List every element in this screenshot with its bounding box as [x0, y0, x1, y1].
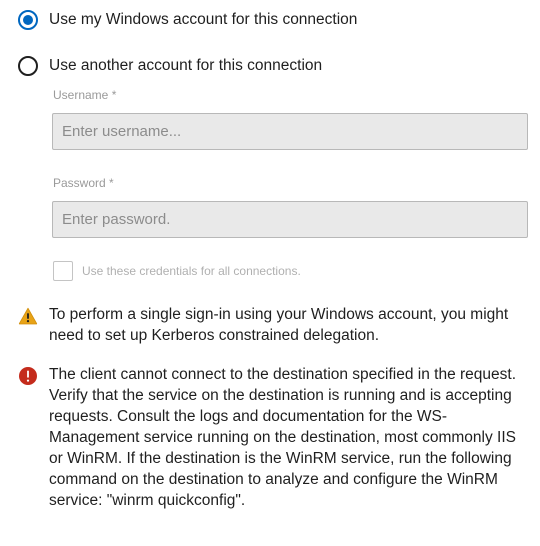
warning-text: To perform a single sign-in using your W…	[49, 306, 509, 344]
radio-windows-account-label: Use my Windows account for this connecti…	[49, 11, 358, 28]
error-icon	[19, 367, 37, 385]
required-marker: *	[109, 176, 114, 190]
password-label-text: Password	[53, 176, 106, 190]
password-label: Password *	[53, 176, 114, 190]
username-label-text: Username	[53, 88, 109, 102]
warning-icon	[18, 307, 38, 325]
error-message: The client cannot connect to the destina…	[18, 364, 528, 511]
radio-button-unchecked[interactable]	[18, 56, 38, 76]
username-label: Username *	[53, 88, 116, 102]
radio-other-account-label: Use another account for this connection	[49, 57, 323, 74]
radio-other-account[interactable]: Use another account for this connection	[18, 56, 322, 76]
radio-dot	[23, 15, 33, 25]
password-input[interactable]	[52, 201, 528, 238]
use-for-all-label: Use these credentials for all connection…	[82, 264, 301, 278]
use-for-all-checkbox[interactable]	[53, 261, 73, 281]
radio-windows-account[interactable]: Use my Windows account for this connecti…	[18, 10, 357, 30]
warning-message: To perform a single sign-in using your W…	[18, 304, 528, 346]
use-for-all-checkbox-row[interactable]: Use these credentials for all connection…	[53, 261, 301, 281]
required-marker: *	[111, 88, 117, 102]
radio-button-checked[interactable]	[18, 10, 38, 30]
username-input[interactable]	[52, 113, 528, 150]
error-text: The client cannot connect to the destina…	[49, 366, 517, 509]
